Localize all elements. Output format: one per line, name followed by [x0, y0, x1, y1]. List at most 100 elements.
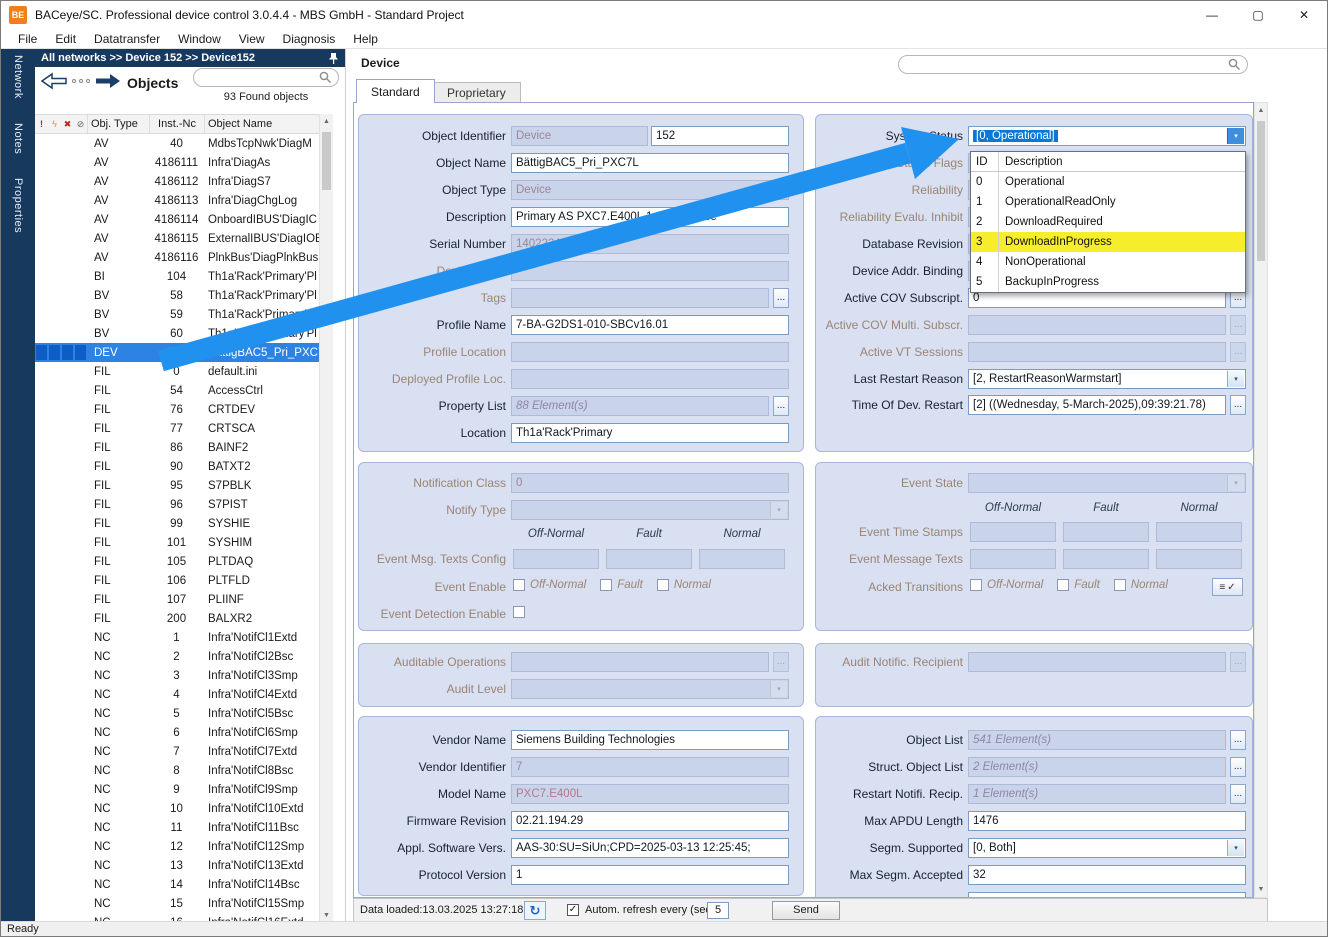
last-restart-reason-dropdown-button[interactable]: ▾	[1227, 371, 1244, 387]
event-enable-checkbox-fault[interactable]	[600, 579, 612, 591]
alarm-icon[interactable]: !	[35, 119, 48, 129]
table-row[interactable]: AV4186116PlnkBus'DiagPlnkBus	[35, 248, 319, 267]
table-row[interactable]: NC13Infra'NotifCl13Extd	[35, 856, 319, 875]
table-row[interactable]: FIL90BATXT2	[35, 457, 319, 476]
table-row[interactable]: NC14Infra'NotifCl14Bsc	[35, 875, 319, 894]
sidebar-tab-network[interactable]: Network	[12, 55, 24, 99]
max-segm-accepted-field[interactable]: 32	[968, 865, 1246, 885]
system-status-combobox[interactable]: [0, Operational]▾	[968, 126, 1246, 146]
table-row[interactable]: NC7Infra'NotifCl7Extd	[35, 742, 319, 761]
table-row[interactable]: NC15Infra'NotifCl15Smp	[35, 894, 319, 913]
protocol-version-field[interactable]: 1	[511, 865, 789, 885]
dropdown-item-downloadrequired[interactable]: 2DownloadRequired	[971, 212, 1245, 232]
sidebar-tab-notes[interactable]: Notes	[12, 123, 24, 154]
sidebar-tab-properties[interactable]: Properties	[12, 178, 24, 233]
struct-object-list-ellipsis-button[interactable]: ...	[1230, 757, 1246, 777]
pin-icon[interactable]	[328, 52, 339, 65]
acked-transitions-checkbox-off-normal[interactable]	[970, 579, 982, 591]
table-row[interactable]: FIL101SYSHIM	[35, 533, 319, 552]
table-row[interactable]: FIL54AccessCtrl	[35, 381, 319, 400]
max-apdu-length-field[interactable]: 1476	[968, 811, 1246, 831]
table-row[interactable]: FIL96S7PIST	[35, 495, 319, 514]
system-status-dropdown-button[interactable]: ▾	[1227, 128, 1244, 144]
dropdown-item-operationalreadonly[interactable]: 1OperationalReadOnly	[971, 192, 1245, 212]
table-row[interactable]: NC3Infra'NotifCl3Smp	[35, 666, 319, 685]
dropdown-item-backupinprogress[interactable]: 5BackupInProgress	[971, 272, 1245, 292]
table-row[interactable]: BV60Th1a'Rack'Primary'Pl	[35, 324, 319, 343]
out-of-service-icon[interactable]: ⊘	[74, 119, 87, 130]
autorefresh-checkbox[interactable]: ✓	[567, 904, 579, 916]
acked-transitions-checkbox-normal[interactable]	[1114, 579, 1126, 591]
tags-ellipsis-button[interactable]: ...	[773, 288, 789, 308]
menu-help[interactable]: Help	[344, 29, 387, 49]
table-row[interactable]: AV4186113Infra'DiagChgLog	[35, 191, 319, 210]
column-header-object-name[interactable]: Object Name	[204, 115, 333, 133]
forward-arrow-icon[interactable]	[95, 71, 121, 94]
segm-supported-combobox[interactable]: [0, Both]▾	[968, 838, 1246, 858]
table-row[interactable]: FIL76CRTDEV	[35, 400, 319, 419]
object-list-ellipsis-button[interactable]: ...	[1230, 730, 1246, 750]
table-row[interactable]: BV59Th1a'Rack'Primary'Pl	[35, 305, 319, 324]
table-row[interactable]: NC9Infra'NotifCl9Smp	[35, 780, 319, 799]
close-button[interactable]: ✕	[1281, 1, 1327, 29]
table-row[interactable]: NC5Infra'NotifCl5Bsc	[35, 704, 319, 723]
table-row[interactable]: NC12Infra'NotifCl12Smp	[35, 837, 319, 856]
table-row[interactable]: NC4Infra'NotifCl4Extd	[35, 685, 319, 704]
error-icon[interactable]: ✖	[61, 119, 74, 130]
dropdown-item-operational[interactable]: 0Operational	[971, 172, 1245, 192]
property-search-input[interactable]	[898, 55, 1248, 74]
minimize-button[interactable]: —	[1189, 1, 1235, 29]
restart-notifi-recip-ellipsis-button[interactable]: ...	[1230, 784, 1246, 804]
maximize-button[interactable]: ▢	[1235, 1, 1281, 29]
vendor-name-field[interactable]: Siemens Building Technologies	[511, 730, 789, 750]
column-header-obj-type[interactable]: Obj. Type	[87, 115, 149, 133]
table-row[interactable]: FIL99SYSHIE	[35, 514, 319, 533]
event-enable-checkbox-off-normal[interactable]	[513, 579, 525, 591]
table-row[interactable]: BV58Th1a'Rack'Primary'Pl	[35, 286, 319, 305]
back-arrow-icon[interactable]	[41, 71, 67, 94]
column-header-inst-nc[interactable]: Inst.-Nc	[149, 115, 204, 133]
time-of-dev-restart-field[interactable]: [2] ((Wednesday, 5-March-2025),09:39:21.…	[968, 395, 1226, 415]
segm-supported-dropdown-button[interactable]: ▾	[1227, 840, 1244, 856]
scrollbar-thumb[interactable]	[1257, 121, 1265, 261]
location-field[interactable]: Th1a'Rack'Primary	[511, 423, 789, 443]
table-row[interactable]: FIL107PLIINF	[35, 590, 319, 609]
description-field[interactable]: Primary AS PXC7.E400L 1st rack office	[511, 207, 789, 227]
firmware-revision-field[interactable]: 02.21.194.29	[511, 811, 789, 831]
table-row[interactable]: BI104Th1a'Rack'Primary'Pl	[35, 267, 319, 286]
object-identifier-instance-field[interactable]: 152	[651, 126, 789, 146]
send-button[interactable]: Send	[772, 901, 840, 920]
table-row[interactable]: AV4186114OnboardIBUS'DiagIC	[35, 210, 319, 229]
time-of-dev-restart-ellipsis-button[interactable]: ...	[1230, 395, 1246, 415]
dropdown-item-nonoperational[interactable]: 4NonOperational	[971, 252, 1245, 272]
menu-edit[interactable]: Edit	[46, 29, 85, 49]
table-row[interactable]: NC1Infra'NotifCl1Extd	[35, 628, 319, 647]
scrollbar-thumb[interactable]	[322, 132, 331, 190]
object-name-field[interactable]: BättigBAC5_Pri_PXC7L	[511, 153, 789, 173]
property-list-ellipsis-button[interactable]: ...	[773, 396, 789, 416]
object-search-input[interactable]	[193, 68, 339, 87]
table-row[interactable]: FIL200BALXR2	[35, 609, 319, 628]
scroll-up-icon[interactable]: ▲	[1255, 103, 1267, 118]
table-row[interactable]: FIL0default.ini	[35, 362, 319, 381]
menu-view[interactable]: View	[230, 29, 274, 49]
form-scrollbar[interactable]: ▲ ▼	[1254, 102, 1268, 898]
table-row[interactable]: AV40MdbsTcpNwk'DiagM	[35, 134, 319, 153]
table-row[interactable]: FIL106PLTFLD	[35, 571, 319, 590]
table-row[interactable]: AV4186111Infra'DiagAs	[35, 153, 319, 172]
table-row[interactable]: FIL95S7PBLK	[35, 476, 319, 495]
autorefresh-interval-input[interactable]: 5	[707, 902, 729, 919]
menu-diagnosis[interactable]: Diagnosis	[274, 29, 345, 49]
scroll-down-icon[interactable]: ▼	[1255, 882, 1267, 897]
dropdown-item-downloadinprogress[interactable]: 3DownloadInProgress	[971, 232, 1245, 252]
tab-proprietary[interactable]: Proprietary	[432, 82, 521, 103]
object-list-scrollbar[interactable]: ▲ ▼	[319, 114, 333, 923]
appl-software-vers-field[interactable]: AAS-30:SU=SiUn;CPD=2025-03-13 12:25:45;	[511, 838, 789, 858]
event-detection-enable-checkbox-0[interactable]	[513, 606, 525, 618]
profile-name-field[interactable]: 7-BA-G2DS1-010-SBCv16.01	[511, 315, 789, 335]
event-enable-checkbox-normal[interactable]	[657, 579, 669, 591]
table-row[interactable]: NC11Infra'NotifCl11Bsc	[35, 818, 319, 837]
table-row[interactable]: NC6Infra'NotifCl6Smp	[35, 723, 319, 742]
table-row[interactable]: AV4186115ExternalIBUS'DiagIOE	[35, 229, 319, 248]
scroll-up-icon[interactable]: ▲	[320, 114, 333, 129]
